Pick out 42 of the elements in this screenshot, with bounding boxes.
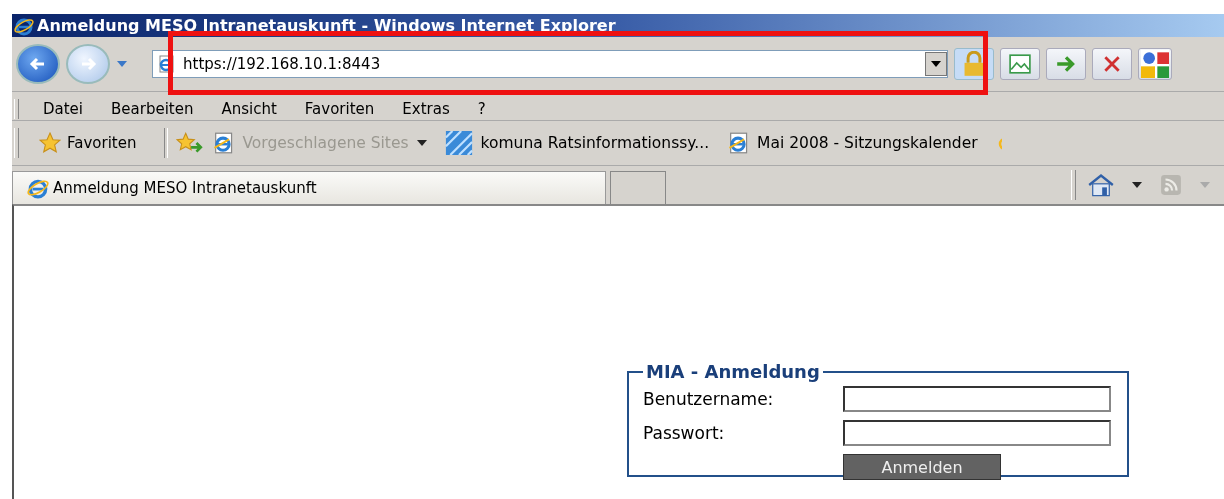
- input-field[interactable]: [843, 420, 1111, 446]
- menu-item[interactable]: Datei: [43, 100, 84, 118]
- arrow-icon: [1055, 54, 1077, 74]
- feed-icon: [1160, 174, 1182, 196]
- field-label: Passwort:: [643, 423, 726, 443]
- colored-squares-icon: [1141, 50, 1169, 78]
- address-dropdown-button[interactable]: [925, 52, 947, 76]
- compatibility-button[interactable]: [1000, 48, 1040, 80]
- add-favorite-button[interactable]: [176, 132, 205, 154]
- address-field[interactable]: https://192.168.10.1:8443: [152, 50, 948, 78]
- favorites-button[interactable]: Favoriten: [39, 132, 157, 154]
- padlock-icon: [962, 51, 986, 77]
- dropdown-arrow-icon[interactable]: [1132, 182, 1142, 188]
- menu-item[interactable]: Ansicht: [221, 100, 277, 118]
- menu-item[interactable]: Favoriten: [304, 100, 375, 118]
- star-icon: [39, 132, 61, 154]
- image-icon: [1009, 54, 1031, 74]
- striped-square-icon: [444, 131, 473, 155]
- browser-tab[interactable]: Anmeldung MESO Intranetauskunft: [12, 171, 606, 204]
- home-button[interactable]: [1088, 173, 1114, 197]
- caret-icon: [931, 61, 941, 67]
- stop-button[interactable]: [1092, 48, 1132, 80]
- lock-button[interactable]: [954, 48, 994, 80]
- home-icon: [1088, 173, 1114, 197]
- login-legend: MIA - Anmeldung: [643, 361, 823, 382]
- field-label: Benutzername:: [643, 389, 775, 409]
- search-provider-button[interactable]: [1138, 48, 1172, 80]
- login-button[interactable]: Anmelden: [843, 454, 1001, 480]
- menu-item[interactable]: Extras: [402, 100, 450, 118]
- new-tab-button[interactable]: [610, 171, 666, 204]
- star-arrow-icon: [176, 132, 205, 154]
- menu-item[interactable]: ?: [477, 100, 486, 118]
- window-title: Anmeldung MESO Intranetauskunft - Windows Internet Explorer: [37, 16, 616, 35]
- forward-button[interactable]: [66, 44, 110, 84]
- favorite-link[interactable]: komuna Ratsinformationssy...: [444, 131, 720, 155]
- back-button[interactable]: [16, 44, 60, 84]
- menu-item[interactable]: Bearbeiten: [111, 100, 194, 118]
- go-button[interactable]: [1046, 48, 1086, 80]
- browser-logo-icon: [27, 177, 49, 199]
- input-field[interactable]: [843, 386, 1111, 412]
- close-icon: [1102, 54, 1122, 74]
- favorite-link[interactable]: Mai 2008 - Sitzungskalender: [727, 132, 988, 154]
